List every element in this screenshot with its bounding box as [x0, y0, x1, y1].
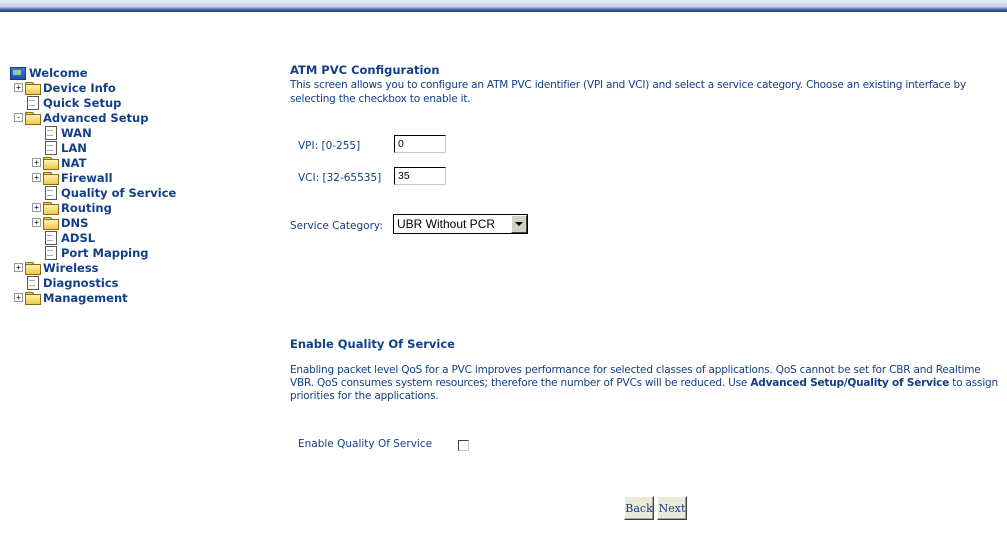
nav-item-diagnostics[interactable]: Diagnostics	[24, 275, 119, 290]
expand-plus-icon[interactable]: +	[32, 218, 41, 227]
nav-item-dns[interactable]: + DNS	[32, 215, 88, 230]
nav-label-qos: Quality of Service	[61, 185, 177, 200]
folder-icon	[24, 81, 41, 95]
nav-label-adsl: ADSL	[61, 230, 96, 245]
vpi-input[interactable]	[394, 135, 446, 153]
nav-label-wan: WAN	[61, 125, 92, 140]
nav-item-routing[interactable]: + Routing	[32, 200, 112, 215]
folder-icon	[24, 261, 41, 275]
nav-label-dns: DNS	[61, 215, 89, 230]
folder-icon	[42, 156, 59, 170]
nav-label-routing: Routing	[61, 200, 112, 215]
nav-tree: Welcome + Device Info Quick Setup - Adva…	[0, 0, 270, 533]
expand-plus-icon[interactable]: +	[32, 203, 41, 212]
nav-item-advanced-setup[interactable]: - Advanced Setup	[14, 110, 148, 125]
qos-description: Enabling packet level QoS for a PVC impr…	[290, 364, 1005, 403]
vci-label: VCI: [32-65535]	[298, 172, 382, 184]
nav-item-lan[interactable]: LAN	[42, 140, 87, 155]
nav-item-port-mapping[interactable]: Port Mapping	[42, 245, 149, 260]
service-category-value: UBR Without PCR	[397, 217, 496, 231]
page-icon	[42, 125, 59, 140]
expand-plus-icon[interactable]: +	[32, 158, 41, 167]
nav-label-lan: LAN	[61, 140, 87, 155]
nav-label-advanced-setup: Advanced Setup	[43, 110, 149, 125]
nav-label-port-mapping: Port Mapping	[61, 245, 149, 260]
nav-item-welcome[interactable]: Welcome	[10, 65, 88, 80]
folder-icon	[42, 216, 59, 230]
globe-icon	[10, 66, 27, 80]
qos-section-title: Enable Quality Of Service	[290, 337, 455, 351]
nav-item-quick-setup[interactable]: Quick Setup	[24, 95, 121, 110]
nav-label-nat: NAT	[61, 155, 87, 170]
next-button[interactable]: Next	[657, 496, 687, 520]
page-icon	[42, 140, 59, 155]
nav-label-diagnostics: Diagnostics	[43, 275, 119, 290]
nav-label-management: Management	[43, 290, 128, 305]
vpi-label: VPI: [0-255]	[298, 140, 361, 152]
service-category-label: Service Category:	[290, 220, 383, 232]
nav-item-firewall[interactable]: + Firewall	[32, 170, 113, 185]
expand-plus-icon[interactable]: +	[14, 293, 23, 302]
folder-icon	[42, 171, 59, 185]
dropdown-arrow-icon[interactable]	[511, 215, 527, 233]
collapse-minus-icon[interactable]: -	[14, 113, 23, 122]
page-title: ATM PVC Configuration	[290, 63, 440, 77]
nav-item-adsl[interactable]: ADSL	[42, 230, 95, 245]
vci-input[interactable]	[394, 167, 446, 185]
nav-label-wireless: Wireless	[43, 260, 99, 275]
folder-icon	[42, 201, 59, 215]
page-icon	[24, 95, 41, 110]
folder-icon	[24, 291, 41, 305]
nav-item-wan[interactable]: WAN	[42, 125, 92, 140]
qos-checkbox-label: Enable Quality Of Service	[298, 438, 433, 450]
expand-plus-icon[interactable]: +	[14, 263, 23, 272]
page-description: This screen allows you to configure an A…	[290, 79, 967, 105]
nav-item-management[interactable]: + Management	[14, 290, 128, 305]
page-icon	[42, 245, 59, 260]
nav-label-quick-setup: Quick Setup	[43, 95, 122, 110]
nav-item-quality-of-service[interactable]: Quality of Service	[42, 185, 176, 200]
back-button[interactable]: Back	[624, 496, 654, 520]
nav-label-device-info: Device Info	[43, 80, 116, 95]
page-icon	[42, 185, 59, 200]
expand-plus-icon[interactable]: +	[32, 173, 41, 182]
expand-plus-icon[interactable]: +	[14, 83, 23, 92]
qos-link-text: Advanced Setup/Quality of Service	[750, 377, 950, 389]
nav-item-device-info[interactable]: + Device Info	[14, 80, 116, 95]
page-icon	[42, 230, 59, 245]
page-icon	[24, 275, 41, 290]
nav-item-nat[interactable]: + NAT	[32, 155, 86, 170]
enable-qos-checkbox[interactable]	[458, 440, 469, 451]
open-folder-icon	[24, 111, 41, 125]
nav-label-firewall: Firewall	[61, 170, 113, 185]
nav-item-wireless[interactable]: + Wireless	[14, 260, 99, 275]
service-category-select[interactable]: UBR Without PCR	[393, 214, 528, 234]
nav-label-welcome: Welcome	[29, 65, 88, 80]
